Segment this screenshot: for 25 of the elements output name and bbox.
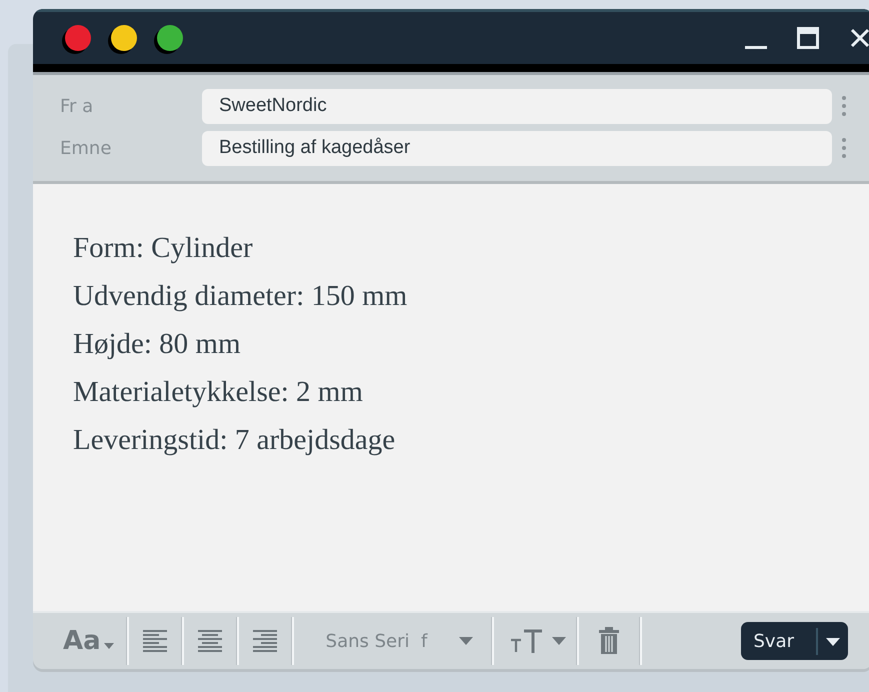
caret-icon (104, 643, 114, 649)
close-dot-icon[interactable] (65, 25, 91, 51)
field-label: Emne (60, 136, 112, 160)
align-left-icon[interactable] (142, 628, 167, 654)
caret-icon (826, 638, 840, 646)
minimize-dot-icon[interactable] (111, 25, 137, 51)
text-size-icon (510, 628, 544, 654)
trash-icon (599, 627, 620, 655)
caret-icon (552, 637, 566, 645)
body-text: Højde: 80 mm (73, 327, 242, 362)
input-field[interactable]: SweetNordic (202, 88, 832, 124)
input-field[interactable]: Bestilling af kagedåser (202, 130, 832, 166)
field-label: Fr a (60, 94, 94, 118)
close-icon (850, 28, 869, 48)
minimize-icon (745, 46, 767, 49)
body-text: Leveringstid: 7 arbejdsdage (73, 423, 396, 458)
caret-icon (459, 637, 474, 645)
align-right-icon[interactable] (252, 628, 277, 654)
body-text: Udvendig diameter: 150 mm (73, 279, 408, 314)
maximize-button[interactable] (795, 25, 821, 51)
align-center-icon[interactable] (198, 628, 222, 654)
zoom-dot-icon[interactable] (157, 25, 183, 51)
maximize-icon (797, 27, 819, 49)
body-text: Materialetykkelse: 2 mm (73, 375, 364, 410)
body-text: Form: Cylinder (73, 231, 254, 266)
